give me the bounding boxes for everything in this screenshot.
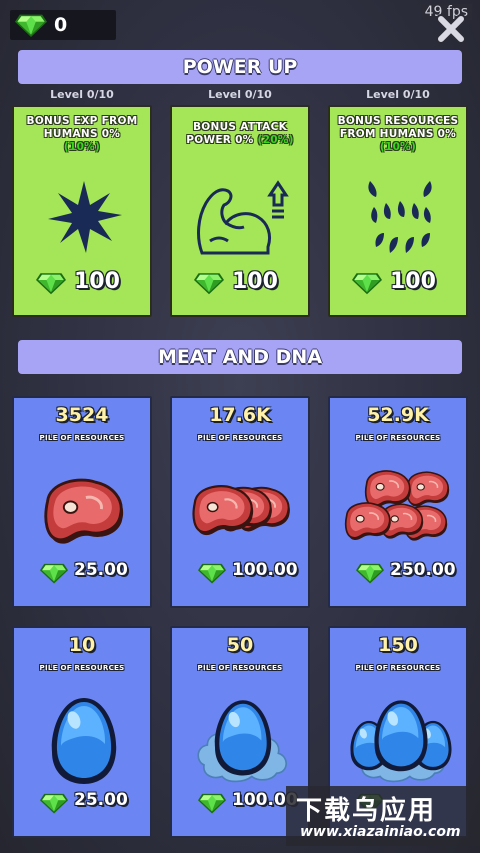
price: 25.00	[14, 788, 150, 818]
monster-mouth-icon	[368, 181, 432, 253]
resource-subtitle: PILE OF RESOURCES	[355, 434, 441, 442]
gem-icon	[40, 792, 68, 814]
flexed-arm-icon	[197, 180, 289, 255]
gem-icon	[40, 562, 68, 584]
meat-dna-banner: MEAT AND DNA	[18, 340, 462, 374]
level-label: Level 0/10	[366, 88, 430, 101]
gem-counter: 0	[10, 10, 116, 40]
resource-card-meat-large[interactable]: 52.9K PILE OF RESOURCES 250.00	[328, 396, 468, 608]
power-up-bonus: (20%)	[257, 134, 294, 146]
steak-stack-icon	[192, 485, 291, 537]
gem-icon	[36, 271, 66, 295]
power-up-bonus: (10%)	[379, 141, 417, 153]
resource-amount: 150	[378, 634, 418, 656]
resource-amount: 3524	[55, 404, 109, 426]
dna-egg-cloud-icon	[197, 700, 288, 783]
gem-icon	[198, 792, 226, 814]
watermark-text: 下载乌应用	[296, 796, 437, 826]
level-label: Level 0/10	[208, 88, 272, 101]
gem-icon	[14, 13, 48, 37]
resource-amount: 17.6K	[209, 404, 271, 426]
resource-card-meat-small[interactable]: 3524 PILE OF RESOURCES 25.00	[12, 396, 152, 608]
dna-egg-cluster-icon	[350, 700, 452, 783]
power-up-title-text: BONUS EXP FROM HUMANS 0%	[26, 115, 138, 140]
power-up-card-attack[interactable]: BONUS ATTACK POWER 0% (20%) 100	[170, 105, 310, 317]
price: 100	[14, 269, 150, 299]
level-label: Level 0/10	[50, 88, 114, 101]
resource-amount: 10	[68, 634, 96, 656]
gem-icon	[352, 271, 382, 295]
price-value: 100.00	[232, 560, 298, 580]
steak-pile-icon	[344, 470, 450, 542]
price: 100	[330, 269, 466, 299]
resource-subtitle: PILE OF RESOURCES	[39, 434, 125, 442]
power-up-title: BONUS ATTACK POWER 0% (20%)	[176, 121, 304, 147]
power-up-card-resources[interactable]: BONUS RESOURCES FROM HUMANS 0% (10%) 100	[328, 105, 468, 317]
price-value: 100	[74, 269, 120, 294]
dna-egg-icon	[51, 698, 117, 784]
price: 250.00	[330, 558, 466, 588]
price-value: 250.00	[390, 560, 456, 580]
price: 100.00	[172, 558, 308, 588]
price: 100	[172, 269, 308, 299]
watermark-url: www.xiazainiao.com	[300, 824, 461, 840]
gem-icon	[194, 271, 224, 295]
resource-amount: 50	[226, 634, 254, 656]
price-value: 25.00	[74, 790, 128, 810]
power-up-card-exp[interactable]: BONUS EXP FROM HUMANS 0% (10%) 100	[12, 105, 152, 317]
steak-icon	[44, 478, 125, 546]
resource-subtitle: PILE OF RESOURCES	[197, 664, 283, 672]
price: 25.00	[14, 558, 150, 588]
watermark: 下载乌应用 www.xiazainiao.com	[286, 786, 480, 846]
power-up-banner: POWER UP	[18, 50, 462, 84]
resource-subtitle: PILE OF RESOURCES	[39, 664, 125, 672]
price-value: 25.00	[74, 560, 128, 580]
power-up-title: BONUS EXP FROM HUMANS 0% (10%)	[18, 115, 146, 154]
power-up-title: BONUS RESOURCES FROM HUMANS 0% (10%)	[334, 115, 462, 154]
price-value: 100	[232, 269, 278, 294]
resource-subtitle: PILE OF RESOURCES	[355, 664, 441, 672]
gem-icon	[356, 562, 384, 584]
resource-card-meat-medium[interactable]: 17.6K PILE OF RESOURCES 100.00	[170, 396, 310, 608]
gem-count: 0	[54, 14, 68, 36]
power-up-title-text: BONUS RESOURCES FROM HUMANS 0%	[337, 115, 459, 140]
close-icon[interactable]	[436, 14, 466, 44]
price-value: 100	[390, 269, 436, 294]
resource-card-dna-small[interactable]: 10 PILE OF RESOURCES 25.00	[12, 626, 152, 838]
resource-amount: 52.9K	[367, 404, 429, 426]
power-up-bonus: (10%)	[63, 141, 101, 153]
burst-icon	[48, 181, 122, 253]
resource-subtitle: PILE OF RESOURCES	[197, 434, 283, 442]
gem-icon	[198, 562, 226, 584]
